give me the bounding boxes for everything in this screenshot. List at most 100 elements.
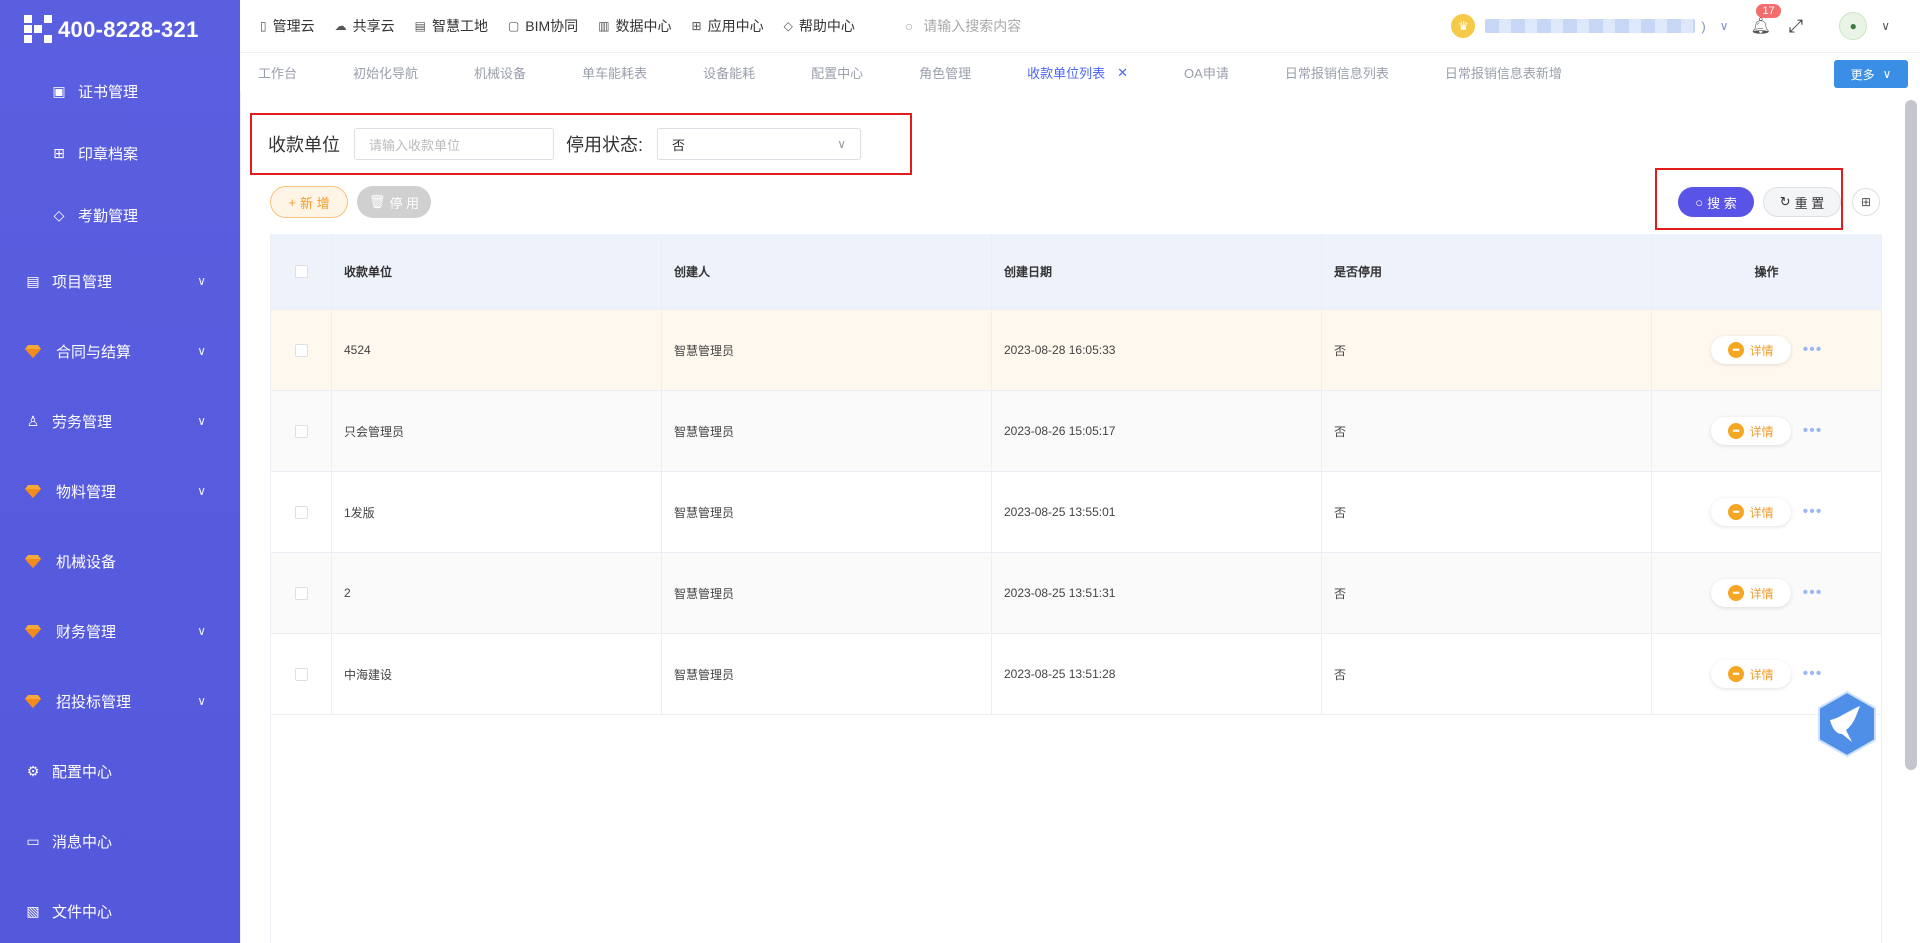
sidebar-item-certificates[interactable]: ▣ 证书管理 [0,60,240,122]
row-more-icon[interactable]: ••• [1803,341,1823,359]
cell-disabled: 否 [1322,553,1652,633]
cell-creator: 智慧管理员 [662,310,992,390]
row-more-icon[interactable]: ••• [1803,665,1823,683]
assistant-bird-icon[interactable] [1816,690,1878,758]
add-button[interactable]: + 新 增 [270,186,348,218]
sidebar-item-machinery[interactable]: 机械设备 [0,526,240,596]
row-checkbox[interactable] [294,343,308,357]
search-label: 搜 索 [1707,195,1737,211]
sidebar-item-labor[interactable]: ♙ 劳务管理 ∨ [0,386,240,456]
tab-config-center[interactable]: 配置中心 [783,63,891,82]
topnav-management-cloud[interactable]: ▯ 管理云 [260,16,315,36]
row-checkbox[interactable] [294,667,308,681]
chevron-down-icon: ∨ [197,624,206,638]
disable-button[interactable]: 🗑︎ 停 用 [357,186,431,218]
table-row[interactable]: 中海建设 智慧管理员 2023-08-25 13:51:28 否 ••• 详情 •… [271,634,1881,715]
sidebar-item-projects[interactable]: ▤ 项目管理 ∨ [0,246,240,316]
topnav-data-center[interactable]: ▥ 数据中心 [598,16,671,36]
bell-icon[interactable]: 🔔︎ 17 [1750,4,1781,36]
topnav-app-center[interactable]: ⊞ 应用中心 [692,16,764,36]
table-header: 收款单位 创建人 创建日期 是否停用 操作 [271,234,1881,310]
sidebar-item-bidding[interactable]: 招投标管理 ∨ [0,666,240,736]
tab-init-nav[interactable]: 初始化导航 [325,63,446,82]
search-button[interactable]: ○ 搜 索 [1678,187,1754,217]
sidebar-item-label: 物料管理 [56,483,117,501]
sidebar-item-attendance[interactable]: ◇ 考勤管理 [0,184,240,246]
logo-icon [24,15,54,45]
sidebar-item-label: 合同与结算 [56,343,132,361]
table-row[interactable]: 只会管理员 智慧管理员 2023-08-26 15:05:17 否 ••• 详情 … [271,391,1881,472]
cell-date: 2023-08-28 16:05:33 [992,310,1322,390]
tab-label: 配置中心 [811,66,864,81]
topnav-label: 智慧工地 [431,18,488,34]
tab-expense-list[interactable]: 日常报销信息列表 [1257,63,1417,82]
more-icon: ••• [1727,585,1744,601]
more-icon: ••• [1727,504,1744,520]
detail-button[interactable]: ••• 详情 [1710,498,1791,526]
row-more-icon[interactable]: ••• [1803,584,1823,602]
tab-expense-new[interactable]: 日常报销信息表新增 [1417,63,1590,82]
apps-icon: ⊞ [691,19,702,33]
tab-role-management[interactable]: 角色管理 [891,63,999,82]
tab-workbench[interactable]: 工作台 [240,63,325,82]
logo[interactable]: 400-8228-321 [0,0,240,60]
global-search[interactable]: ○ 请输入搜索内容 [905,16,1021,36]
unit-input[interactable]: 请输入收款单位 [354,128,554,160]
scrollbar[interactable] [1905,100,1917,770]
tab-payee-list[interactable]: 收款单位列表 ✕ [999,63,1156,82]
row-checkbox[interactable] [294,424,308,438]
document-icon: ▯ [260,19,267,33]
chevron-down-icon: ∨ [197,274,206,288]
row-checkbox[interactable] [294,505,308,519]
table-row[interactable]: 4524 智慧管理员 2023-08-28 16:05:33 否 ••• 详情 •… [271,310,1881,391]
global-search-input[interactable]: 请输入搜索内容 [923,16,1021,36]
detail-button[interactable]: ••• 详情 [1710,336,1791,364]
sidebar-item-files[interactable]: ▧ 文件中心 [0,876,240,943]
chevron-down-icon[interactable]: ∨ [1720,19,1729,33]
chevron-down-icon[interactable]: ∨ [1881,19,1890,33]
sidebar-item-finance[interactable]: 财务管理 ∨ [0,596,240,666]
more-tabs-button[interactable]: 更多 ∨ [1834,60,1908,88]
table-row[interactable]: 2 智慧管理员 2023-08-25 13:51:31 否 ••• 详情 ••• [271,553,1881,634]
more-icon: ••• [1727,342,1744,358]
reset-button[interactable]: ↻ 重 置 [1763,187,1841,217]
detail-button[interactable]: ••• 详情 [1710,579,1791,607]
avatar[interactable]: ● [1839,12,1868,40]
sidebar-item-config[interactable]: ⚙ 配置中心 [0,736,240,806]
tab-vehicle-energy[interactable]: 单车能耗表 [554,63,675,82]
status-select[interactable]: 否 ∨ [657,128,862,160]
sidebar-item-label: 印章档案 [78,145,139,163]
row-more-icon[interactable]: ••• [1803,422,1823,440]
table-row[interactable]: 1发版 智慧管理员 2023-08-25 13:55:01 否 ••• 详情 ••… [271,472,1881,553]
sidebar-item-label: 财务管理 [56,623,117,641]
username-redacted[interactable] [1485,19,1696,33]
cell-unit: 中海建设 [332,634,662,714]
row-checkbox[interactable] [294,586,308,600]
topnav-bim[interactable]: ▢ BIM协同 [508,16,578,36]
trash-icon: 🗑︎ [368,194,386,209]
topnav-smart-site[interactable]: ▤ 智慧工地 [415,16,488,36]
detail-button[interactable]: ••• 详情 [1710,417,1791,445]
cell-disabled: 否 [1322,391,1652,471]
cell-creator: 智慧管理员 [662,472,992,552]
grid-icon: ⊞ [53,144,65,161]
row-more-icon[interactable]: ••• [1803,503,1823,521]
sidebar-item-contracts[interactable]: 合同与结算 ∨ [0,316,240,386]
close-icon[interactable]: ✕ [1117,65,1128,81]
sidebar-item-messages[interactable]: ▭ 消息中心 [0,806,240,876]
column-settings-button[interactable]: ⊞ [1852,188,1880,216]
topnav-share-cloud[interactable]: ☁ 共享云 [335,16,395,36]
sidebar-item-label: 项目管理 [52,273,113,291]
cloud-icon: ☁ [334,19,347,33]
fullscreen-icon[interactable]: ⤢ [1789,16,1803,37]
select-all-checkbox[interactable] [294,265,308,278]
sidebar-item-materials[interactable]: 物料管理 ∨ [0,456,240,526]
tab-machinery[interactable]: 机械设备 [446,63,554,82]
topnav-help-center[interactable]: ◇ 帮助中心 [784,16,855,36]
detail-button[interactable]: ••• 详情 [1710,660,1791,688]
more-icon: ••• [1727,423,1744,439]
tab-equipment-energy[interactable]: 设备能耗 [675,63,783,82]
clipboard-icon: ▤ [414,19,426,33]
sidebar-item-seals[interactable]: ⊞ 印章档案 [0,122,240,184]
tab-oa-request[interactable]: OA申请 [1156,63,1257,82]
